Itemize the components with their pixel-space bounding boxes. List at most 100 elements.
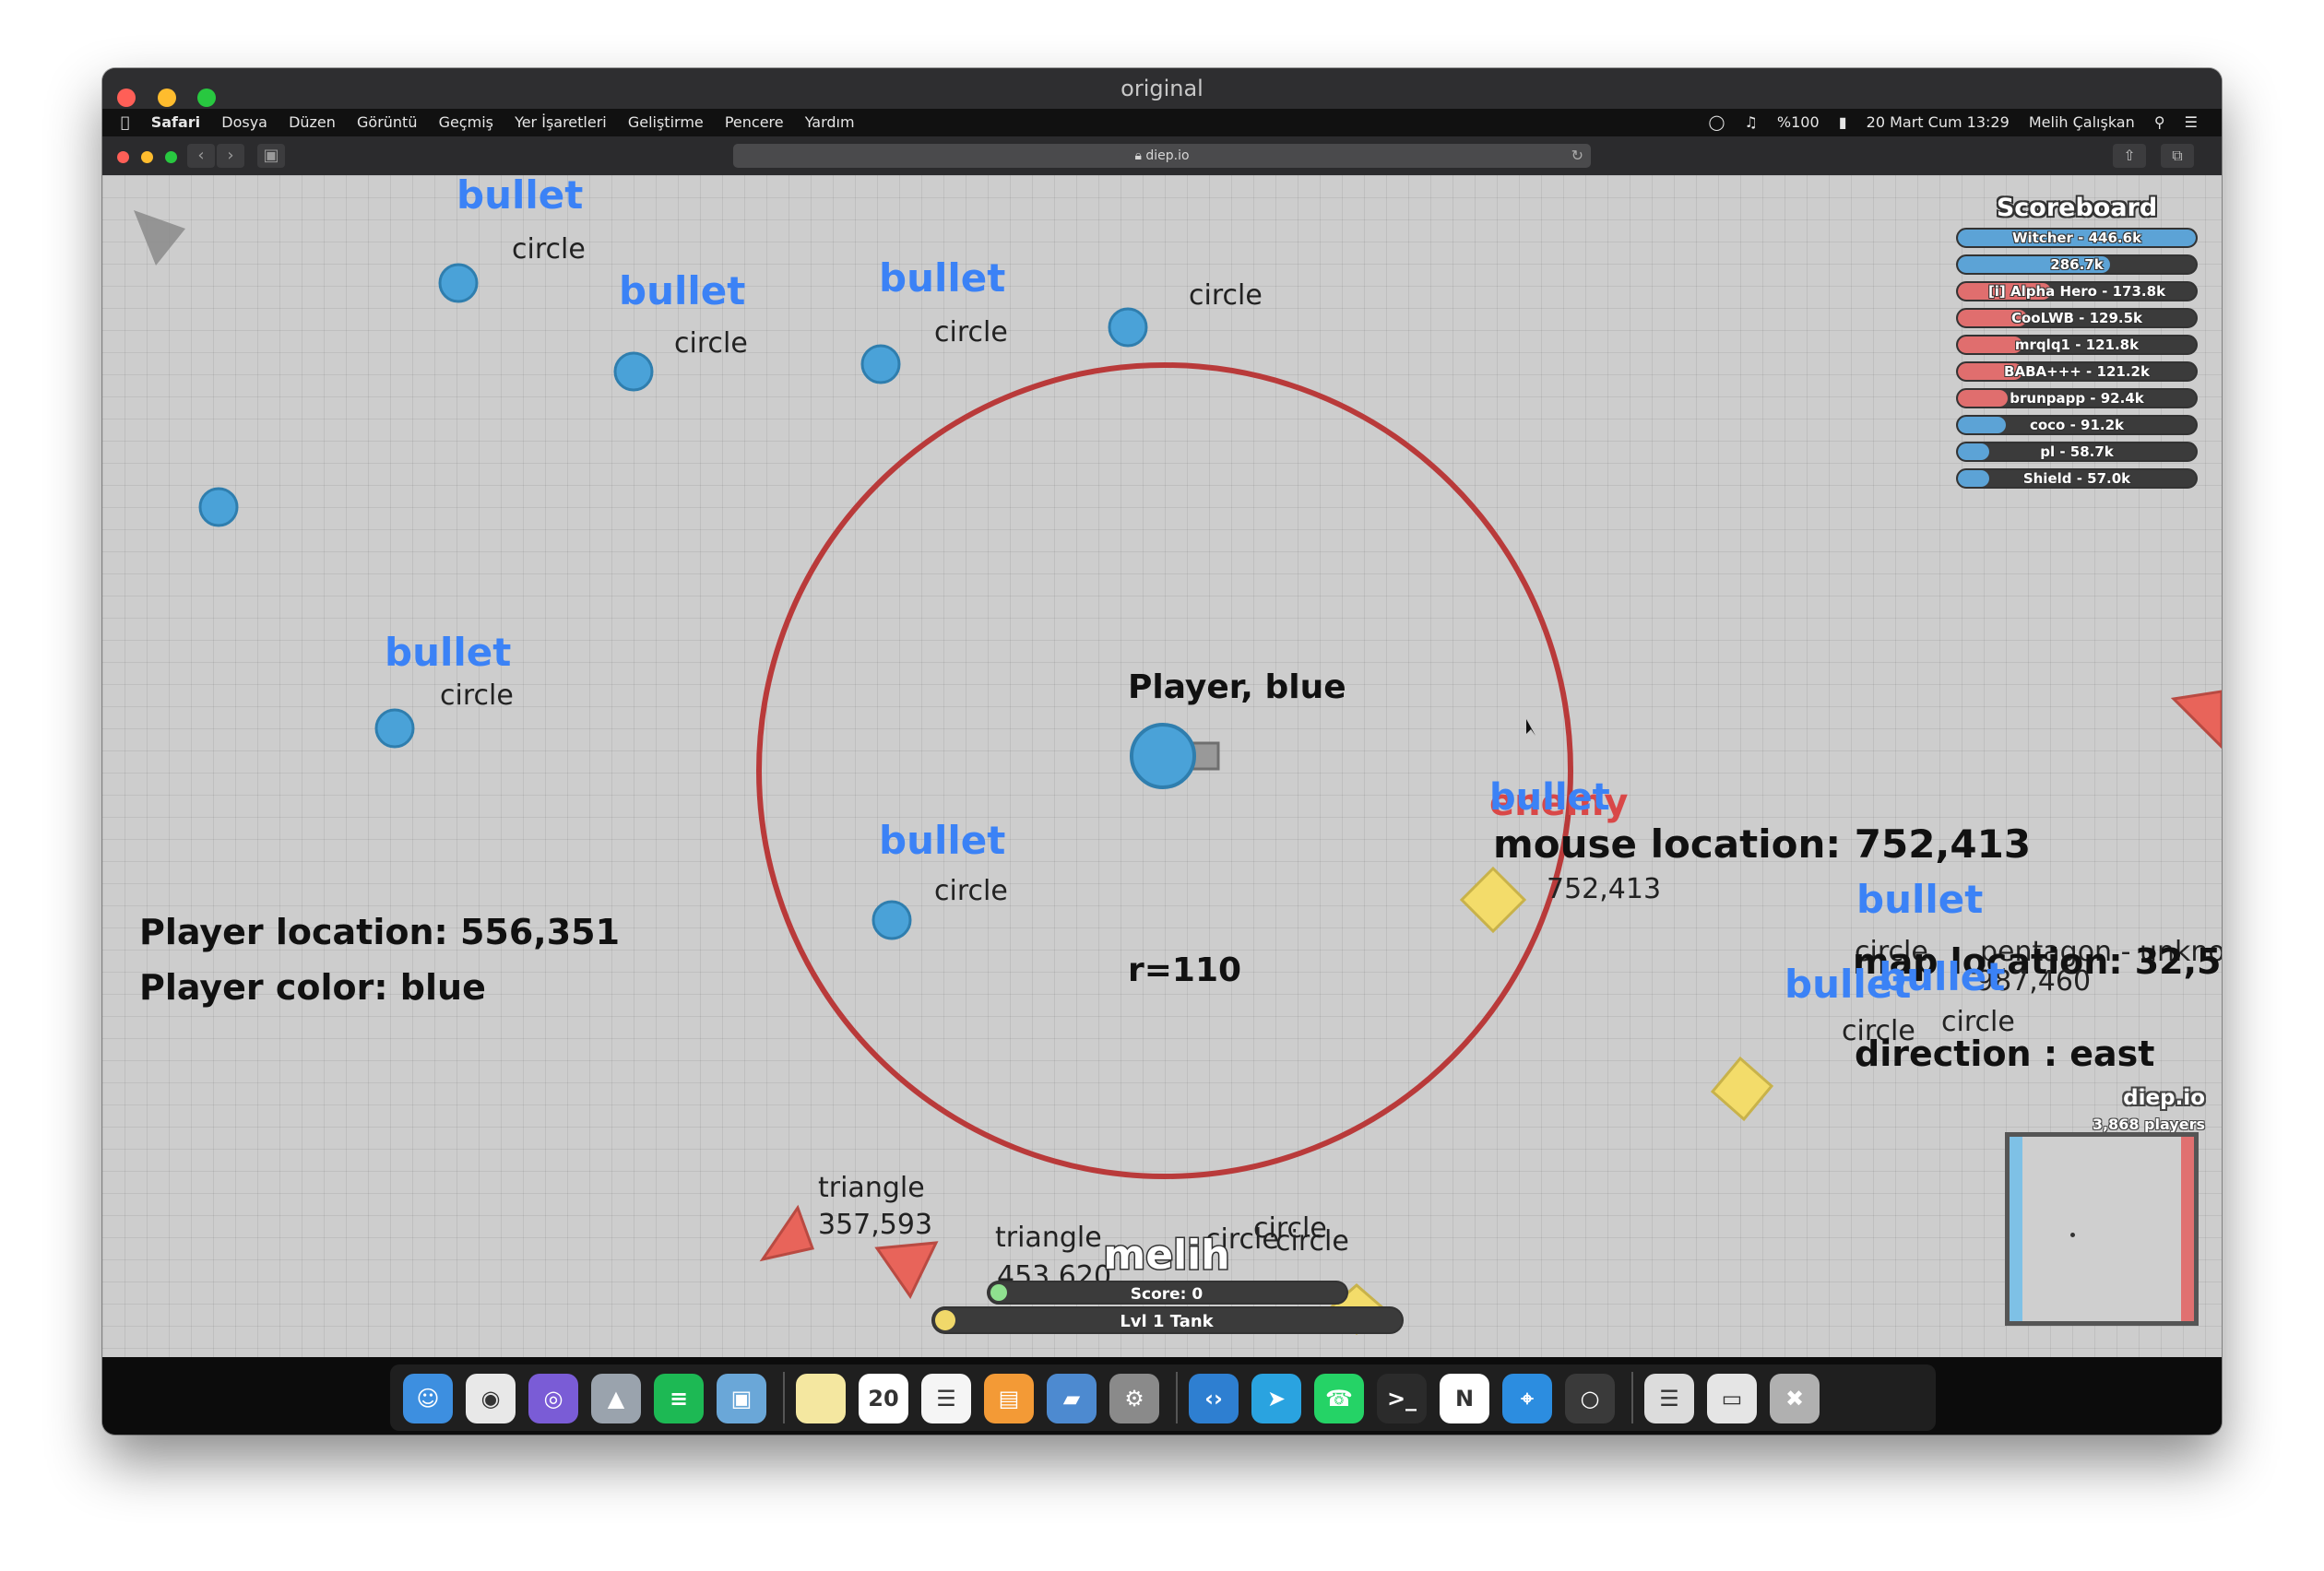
scoreboard-entry-label: [i] Alpha Hero - 173.8k: [1987, 283, 2166, 300]
reload-icon[interactable]: ↻: [1571, 144, 1583, 168]
sidebar-toggle-button[interactable]: ▣: [257, 144, 285, 168]
trash-icon[interactable]: ✖: [1770, 1374, 1820, 1423]
battery-percent[interactable]: %100: [1777, 113, 1820, 131]
reminders-icon[interactable]: ☰: [921, 1374, 971, 1423]
inner-close-button[interactable]: [117, 151, 129, 163]
launchpad-icon[interactable]: ▲: [591, 1374, 641, 1423]
menu-yer-isaretleri[interactable]: Yer İşaretleri: [515, 113, 607, 131]
bullet-circle: [438, 263, 479, 303]
scoreboard-entry-label: mrqlq1 - 121.8k: [2014, 337, 2140, 353]
menu-pencere[interactable]: Pencere: [725, 113, 784, 131]
scoreboard-list: Witcher - 446.6k 286.7k [i] Alpha Hero - 1…: [1956, 228, 2198, 489]
books-icon[interactable]: ▤: [984, 1374, 1034, 1423]
game-canvas[interactable]: bullet circle bullet circle bullet circl…: [102, 175, 2222, 1357]
player-color-text: Player color: blue: [139, 967, 486, 1008]
menu-gelistirme[interactable]: Geliştirme: [628, 113, 704, 131]
pentagon-region: bullet circle pentagon - unkno map locat…: [1710, 877, 2222, 1122]
calendar-icon[interactable]: 20: [859, 1374, 908, 1423]
terminal-icon[interactable]: >_: [1377, 1374, 1427, 1423]
inner-zoom-button[interactable]: [165, 151, 178, 163]
back-button[interactable]: ‹: [187, 144, 215, 168]
clock[interactable]: 20 Mart Cum 13:29: [1867, 113, 2010, 131]
siri-icon[interactable]: ◎: [528, 1374, 578, 1423]
spotlight-icon[interactable]: ⚲: [2154, 113, 2165, 131]
inner-minimize-button[interactable]: [141, 151, 154, 163]
player-count: 3,868 players: [2092, 1116, 2205, 1133]
menu-gecmis[interactable]: Geçmiş: [439, 113, 493, 131]
tank-body: [1130, 723, 1196, 789]
menu-safari[interactable]: Safari: [151, 113, 200, 131]
bullet-2: bullet circle: [613, 268, 748, 392]
notion-icon[interactable]: N: [1440, 1374, 1489, 1423]
safari-icon[interactable]: ⌖: [1502, 1374, 1552, 1423]
address-bar[interactable]: 🔒︎ diep.io ↻: [733, 144, 1591, 168]
scoreboard-entry-label: Shield - 57.0k: [2022, 470, 2131, 487]
battery-icon[interactable]: ▮: [1839, 113, 1847, 131]
dock-separator: [1176, 1372, 1178, 1423]
minimize-window-button[interactable]: [157, 89, 176, 107]
obs-icon[interactable]: ○: [1565, 1374, 1615, 1423]
forward-button[interactable]: ›: [217, 144, 244, 168]
spotify-icon[interactable]: ≡: [654, 1374, 704, 1423]
notes-icon[interactable]: [796, 1374, 846, 1423]
minimap: [2005, 1132, 2199, 1326]
triangle-shape: [759, 1204, 814, 1262]
scoreboard-entry-label: brunpapp - 92.4k: [2010, 390, 2144, 407]
scoreboard-entry-label: coco - 91.2k: [2029, 417, 2125, 433]
minimap-red-base: [2181, 1137, 2194, 1321]
chrome-icon[interactable]: ◉: [466, 1374, 516, 1423]
transmit-icon[interactable]: ▰: [1047, 1374, 1097, 1423]
bullet-label: bullet: [619, 268, 745, 313]
scoreboard-entry: BABA+++ - 121.2k: [1956, 361, 2198, 382]
square-shape-2: [1710, 1056, 1774, 1122]
zoom-window-button[interactable]: [197, 89, 217, 107]
vscode-icon[interactable]: ‹›: [1189, 1374, 1239, 1423]
telegram-icon[interactable]: ➤: [1251, 1374, 1301, 1423]
share-button[interactable]: ⇧: [2113, 144, 2146, 168]
scoreboard-entry-label: Witcher - 446.6k: [2011, 230, 2142, 246]
player-label: Player, blue: [1128, 668, 1346, 706]
files-icon[interactable]: ☰: [1644, 1374, 1694, 1423]
inner-window-controls: [117, 149, 184, 167]
bullet-1: bullet circle: [438, 175, 586, 303]
menu-duzen[interactable]: Düzen: [289, 113, 336, 131]
bullet-3: bullet circle: [860, 255, 1008, 384]
close-window-button[interactable]: [117, 89, 136, 107]
bullet-label: bullet: [385, 630, 511, 675]
game-viewport[interactable]: bullet circle bullet circle bullet circl…: [102, 175, 2222, 1357]
volume-icon[interactable]: ♫: [1744, 113, 1757, 131]
window-title: original: [1120, 76, 1204, 101]
apple-logo-icon[interactable]: : [121, 113, 130, 131]
bullet-label: bullet: [879, 255, 1005, 301]
triangle-shape-edge: [2170, 690, 2222, 750]
dock-separator: [783, 1372, 785, 1423]
dock-area: ☺ ◉ ◎ ▲ ≡ ▣ 20 ☰ ▤ ▰ ⚙ ‹› ➤ ☎ >_ N ⌖ ○ ☰ ▭ ✖: [102, 1357, 2222, 1435]
direction-text: direction : east: [1855, 1034, 2154, 1074]
scoreboard-entry: [i] Alpha Hero - 173.8k: [1956, 281, 2198, 301]
whatsapp-icon[interactable]: ☎: [1314, 1374, 1364, 1423]
finder-icon[interactable]: ☺: [403, 1374, 453, 1423]
system-preferences-icon[interactable]: ⚙: [1109, 1374, 1159, 1423]
control-center-icon[interactable]: ☰: [2185, 113, 2198, 131]
menu-goruntu[interactable]: Görüntü: [357, 113, 417, 131]
scoreboard-entry-label: pl - 58.7k: [2040, 443, 2114, 460]
browser-window: original  Safari Dosya Düzen Görüntü Ge…: [102, 68, 2222, 1435]
scoreboard-entry: Witcher - 446.6k: [1956, 228, 2198, 248]
mouse-location-text: mouse location: 752,413: [1493, 821, 2031, 867]
dock-separator: [1631, 1372, 1633, 1423]
scoreboard-entry: pl - 58.7k: [1956, 442, 2198, 462]
tabs-overview-button[interactable]: ⧉: [2161, 144, 2194, 168]
menu-yardim[interactable]: Yardım: [805, 113, 855, 131]
chrome-window-icon[interactable]: ▭: [1707, 1374, 1757, 1423]
bullet-4: circle: [1108, 279, 1263, 348]
menu-dosya[interactable]: Dosya: [221, 113, 267, 131]
wifi-icon[interactable]: ◯: [1708, 113, 1725, 131]
preview-icon[interactable]: ▣: [717, 1374, 766, 1423]
user-name[interactable]: Melih Çalışkan: [2029, 113, 2135, 131]
circle-label: circle: [934, 316, 1008, 348]
mouse-coords-text: 752,413: [1547, 873, 1661, 905]
macos-menubar:  Safari Dosya Düzen Görüntü Geçmiş Yer …: [102, 109, 2222, 136]
bullet-circle: [613, 351, 654, 392]
minimap-player-dot: [2070, 1233, 2075, 1237]
player-location-text: Player location: 556,351: [139, 912, 620, 952]
